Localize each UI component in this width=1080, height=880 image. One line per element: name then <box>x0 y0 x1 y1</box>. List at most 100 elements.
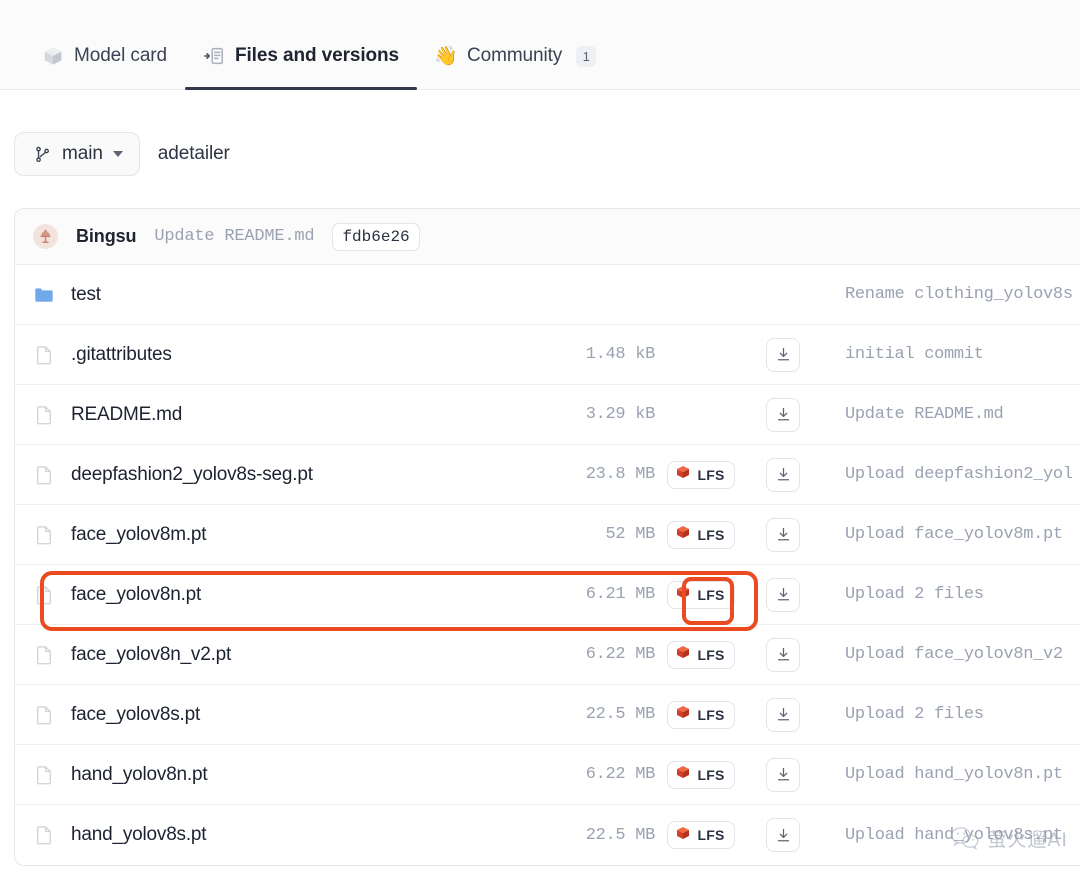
file-size-label: 1.48 kB <box>585 345 656 364</box>
lfs-badge-label: LFS <box>697 466 725 483</box>
file-size-label: 6.21 MB <box>585 585 656 604</box>
file-name-label[interactable]: hand_yolov8s.pt <box>71 824 207 846</box>
page-root: Model card Files and versions 👋 Communit… <box>0 0 1080 880</box>
row-commit-message[interactable]: Upload face_yolov8n_v2 <box>819 645 1080 664</box>
table-row[interactable]: face_yolov8n.pt 6.21 MB LFS Upload 2 files <box>15 565 1080 625</box>
lfs-cell: LFS <box>655 760 747 789</box>
file-icon <box>33 404 55 426</box>
row-commit-message[interactable]: Upload hand_yolov8n.pt <box>819 765 1080 784</box>
file-name-cell[interactable]: .gitattributes <box>15 344 535 366</box>
download-cell <box>747 457 819 492</box>
file-size-label: 23.8 MB <box>585 465 656 484</box>
file-name-label[interactable]: face_yolov8n.pt <box>71 584 201 606</box>
lfs-badge: LFS <box>667 580 735 609</box>
tab-files-and-versions[interactable]: Files and versions <box>185 22 417 90</box>
table-row[interactable]: .gitattributes 1.48 kB initial commit <box>15 325 1080 385</box>
chevron-down-icon <box>112 151 123 157</box>
download-cell <box>747 397 819 432</box>
table-row[interactable]: face_yolov8n_v2.pt 6.22 MB LFS Upload face_… <box>15 625 1080 685</box>
lfs-badge-label: LFS <box>697 827 725 843</box>
file-size-label: 6.22 MB <box>585 765 656 784</box>
branch-name-label: main <box>62 143 103 164</box>
lfs-box-icon <box>675 825 691 846</box>
row-commit-message[interactable]: Upload 2 files <box>819 585 1080 604</box>
download-button[interactable] <box>766 457 800 492</box>
file-icon <box>33 704 55 726</box>
file-name-label[interactable]: face_yolov8s.pt <box>71 704 200 726</box>
lfs-badge: LFS <box>667 520 735 549</box>
commit-sha-badge[interactable]: fdb6e26 <box>332 222 420 251</box>
file-name-cell[interactable]: deepfashion2_yolov8s-seg.pt <box>15 464 535 486</box>
row-commit-message[interactable]: Upload hand_yolov8s.pt <box>819 826 1080 845</box>
file-name-label[interactable]: README.md <box>71 404 182 426</box>
repo-path-label: adetailer <box>157 143 230 164</box>
file-size-label: 22.5 MB <box>585 705 656 724</box>
download-button[interactable] <box>766 637 800 672</box>
row-commit-message[interactable]: initial commit <box>819 345 1080 364</box>
table-row[interactable]: deepfashion2_yolov8s-seg.pt 23.8 MB LFS Upl… <box>15 445 1080 505</box>
lfs-badge: LFS <box>667 460 735 489</box>
row-commit-message[interactable]: Rename clothing_yolov8s <box>819 285 1080 304</box>
file-name-cell[interactable]: face_yolov8s.pt <box>15 704 535 726</box>
file-size-label: 52 MB <box>605 525 655 544</box>
file-list: test Rename clothing_yolov8s .gitattribute… <box>15 265 1080 865</box>
file-name-label[interactable]: deepfashion2_yolov8s-seg.pt <box>71 464 313 486</box>
lfs-cell: LFS <box>655 580 747 609</box>
row-commit-message[interactable]: Update README.md <box>819 405 1080 424</box>
file-name-cell[interactable]: hand_yolov8n.pt <box>15 764 535 786</box>
file-size-label: 6.22 MB <box>585 645 656 664</box>
avatar <box>33 224 58 249</box>
download-button[interactable] <box>766 757 800 792</box>
table-row[interactable]: face_yolov8m.pt 52 MB LFS Upload face_yolov… <box>15 505 1080 565</box>
lfs-cell: LFS <box>655 520 747 549</box>
file-name-cell[interactable]: face_yolov8n.pt <box>15 584 535 606</box>
waving-hand-icon: 👋 <box>434 45 458 67</box>
row-commit-message[interactable]: Upload 2 files <box>819 705 1080 724</box>
download-button[interactable] <box>766 697 800 732</box>
commit-author-name[interactable]: Bingsu <box>76 226 137 247</box>
files-list-icon <box>203 45 225 67</box>
table-row[interactable]: hand_yolov8s.pt 22.5 MB LFS Upload hand_yol… <box>15 805 1080 865</box>
last-commit-header: Bingsu Update README.md fdb6e26 <box>15 209 1080 265</box>
lfs-badge-label: LFS <box>697 586 725 603</box>
lfs-badge: LFS <box>667 760 735 789</box>
tab-community-label: Community <box>467 45 563 66</box>
file-browser-card: Bingsu Update README.md fdb6e26 test Rena… <box>14 208 1080 866</box>
file-name-label[interactable]: .gitattributes <box>71 344 172 366</box>
table-row[interactable]: test Rename clothing_yolov8s <box>15 265 1080 325</box>
lfs-cell: LFS <box>655 460 747 489</box>
row-commit-message[interactable]: Upload deepfashion2_yol <box>819 465 1080 484</box>
file-icon <box>33 584 55 606</box>
lfs-badge: LFS <box>667 700 735 729</box>
file-name-label[interactable]: hand_yolov8n.pt <box>71 764 208 786</box>
file-name-cell[interactable]: README.md <box>15 404 535 426</box>
file-size-label: 22.5 MB <box>585 825 656 845</box>
download-button[interactable] <box>766 517 800 552</box>
repo-tabbar: Model card Files and versions 👋 Communit… <box>0 22 1080 90</box>
file-name-label[interactable]: face_yolov8m.pt <box>71 524 207 546</box>
file-name-cell[interactable]: face_yolov8n_v2.pt <box>15 644 535 666</box>
file-name-label[interactable]: test <box>71 284 101 306</box>
table-row[interactable]: hand_yolov8n.pt 6.22 MB LFS Upload hand_yol… <box>15 745 1080 805</box>
download-button[interactable] <box>766 337 800 372</box>
download-button[interactable] <box>766 818 800 852</box>
file-icon <box>33 764 55 786</box>
file-name-cell[interactable]: face_yolov8m.pt <box>15 524 535 546</box>
lfs-badge-label: LFS <box>697 706 725 723</box>
tab-community[interactable]: 👋 Community 1 <box>417 22 614 90</box>
branch-selector-button[interactable]: main <box>14 132 140 176</box>
commit-message[interactable]: Update README.md <box>154 227 314 246</box>
row-commit-message[interactable]: Upload face_yolov8m.pt <box>819 525 1080 544</box>
download-button[interactable] <box>766 577 800 612</box>
file-name-cell[interactable]: test <box>15 284 535 306</box>
lfs-box-icon <box>675 524 691 545</box>
tab-model-card[interactable]: Model card <box>24 22 185 90</box>
lfs-box-icon <box>675 704 691 725</box>
file-name-cell[interactable]: hand_yolov8s.pt <box>15 824 535 846</box>
table-row[interactable]: README.md 3.29 kB Update README.md <box>15 385 1080 445</box>
lfs-cell: LFS <box>655 821 747 849</box>
table-row[interactable]: face_yolov8s.pt 22.5 MB LFS Upload 2 files <box>15 685 1080 745</box>
community-count-badge: 1 <box>576 45 597 67</box>
download-button[interactable] <box>766 397 800 432</box>
file-name-label[interactable]: face_yolov8n_v2.pt <box>71 644 231 666</box>
